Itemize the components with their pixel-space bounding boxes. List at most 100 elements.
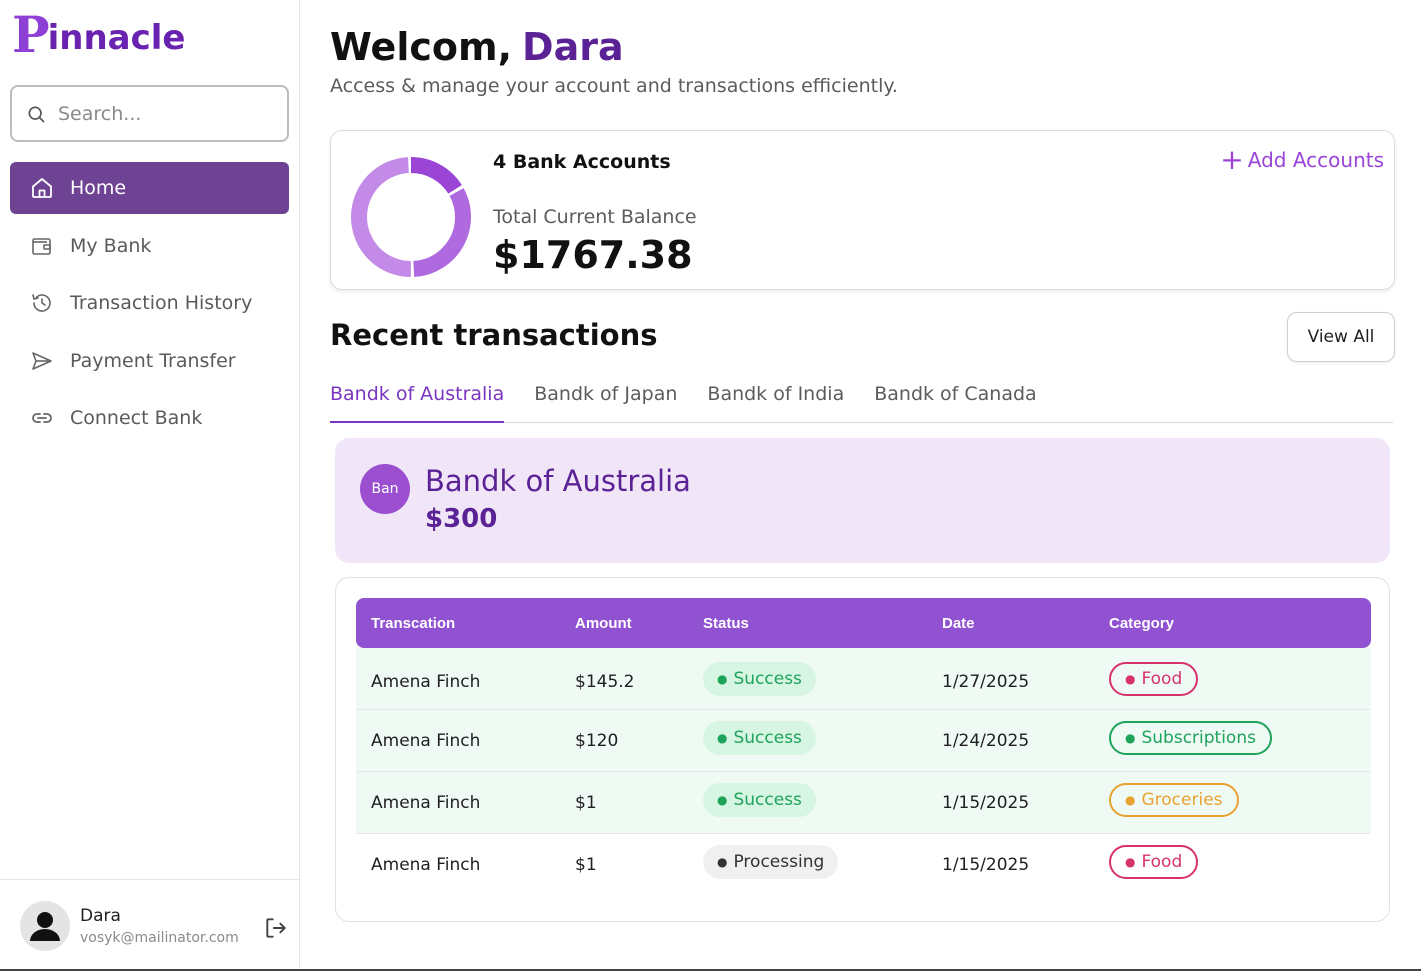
- transaction-category-cell: ● Subscriptions: [1094, 710, 1371, 772]
- column-header-amount[interactable]: Amount: [560, 598, 688, 648]
- bank-tabs: Bandk of Australia Bandk of Japan Bandk …: [330, 380, 1393, 423]
- category-badge: ● Subscriptions: [1109, 720, 1272, 755]
- sidebar-item-payment-transfer[interactable]: Payment Transfer: [10, 335, 289, 387]
- profile-info: Dara vosyk@mailinator.com: [80, 906, 239, 946]
- bank-info-banner: Ban Bandk of Australia $300: [335, 438, 1390, 563]
- sidebar-item-label: Home: [70, 177, 127, 199]
- transaction-date: 1/27/2025: [927, 648, 1094, 710]
- logout-icon[interactable]: [263, 915, 289, 941]
- status-label: Success: [733, 727, 802, 748]
- transaction-name: Amena Finch: [356, 772, 560, 834]
- transaction-status-cell: ● Success: [688, 648, 927, 710]
- status-label: Success: [733, 789, 802, 810]
- table-row[interactable]: Amena Finch $145.2 ● Success 1/27/2025 ● F…: [356, 648, 1371, 710]
- status-dot-icon: ●: [717, 792, 728, 807]
- category-badge: ● Food: [1109, 845, 1199, 879]
- logo-text: innacle: [47, 18, 186, 58]
- category-label: Groceries: [1141, 789, 1223, 810]
- transactions-table: Transcation Amount Status Date Category …: [356, 598, 1371, 896]
- sidebar: P innacle Home My Bank Transaction Histo…: [0, 0, 300, 971]
- total-balance-value: $1767.38: [493, 233, 693, 277]
- send-icon: [30, 349, 54, 373]
- greeting-text: Welcom,: [330, 25, 513, 69]
- transaction-date: 1/15/2025: [927, 834, 1094, 896]
- recent-transactions-title: Recent transactions: [330, 318, 658, 352]
- transaction-amount: $1: [560, 772, 688, 834]
- app-logo[interactable]: P innacle: [12, 10, 186, 60]
- sidebar-item-transaction-history[interactable]: Transaction History: [10, 277, 289, 329]
- balance-donut-chart: [351, 157, 471, 277]
- bank-badge: Ban: [360, 464, 410, 514]
- sidebar-item-my-bank[interactable]: My Bank: [10, 220, 289, 272]
- sidebar-item-connect-bank[interactable]: Connect Bank: [10, 392, 289, 444]
- status-badge: ● Success: [703, 661, 816, 696]
- balance-card: 4 Bank Accounts + Add Accounts Total Cur…: [330, 130, 1395, 290]
- status-dot-icon: ●: [717, 671, 728, 686]
- transaction-name: Amena Finch: [356, 648, 560, 710]
- transaction-category-cell: ● Food: [1094, 648, 1371, 710]
- sidebar-nav: Home My Bank Transaction History Payment…: [10, 162, 289, 450]
- greeting-name: Dara: [522, 25, 624, 69]
- category-dot-icon: ●: [1125, 671, 1136, 686]
- column-header-date[interactable]: Date: [927, 598, 1094, 648]
- sidebar-item-label: Transaction History: [70, 292, 253, 314]
- transaction-date: 1/24/2025: [927, 710, 1094, 772]
- status-dot-icon: ●: [717, 855, 728, 869]
- table-row[interactable]: Amena Finch $1 ● Success 1/15/2025 ● Groce…: [356, 772, 1371, 834]
- category-label: Subscriptions: [1141, 727, 1256, 748]
- bank-amount: $300: [425, 504, 498, 534]
- transaction-amount: $145.2: [560, 648, 688, 710]
- status-badge: ● Success: [703, 720, 816, 755]
- category-badge: ● Groceries: [1109, 782, 1239, 817]
- transaction-date: 1/15/2025: [927, 772, 1094, 834]
- column-header-status[interactable]: Status: [688, 598, 927, 648]
- status-label: Processing: [733, 852, 825, 872]
- transaction-status-cell: ● Success: [688, 772, 927, 834]
- status-label: Success: [733, 668, 802, 689]
- status-badge: ● Success: [703, 782, 816, 817]
- column-header-transaction[interactable]: Transcation: [356, 598, 560, 648]
- plus-icon: +: [1220, 143, 1244, 176]
- avatar[interactable]: [20, 900, 70, 951]
- sidebar-item-home[interactable]: Home: [10, 162, 289, 214]
- search-box: [10, 85, 289, 142]
- transaction-status-cell: ● Processing: [688, 834, 927, 896]
- transaction-category-cell: ● Groceries: [1094, 772, 1371, 834]
- transaction-name: Amena Finch: [356, 710, 560, 772]
- category-label: Food: [1141, 668, 1183, 689]
- add-accounts-label: Add Accounts: [1247, 148, 1384, 172]
- table-row[interactable]: Amena Finch $120 ● Success 1/24/2025 ● Sub…: [356, 710, 1371, 772]
- sidebar-item-label: Connect Bank: [70, 407, 203, 429]
- history-icon: [30, 291, 54, 315]
- user-profile: Dara vosyk@mailinator.com: [0, 879, 299, 971]
- add-accounts-button[interactable]: + Add Accounts: [1220, 143, 1384, 176]
- table-header-row: Transcation Amount Status Date Category: [356, 598, 1371, 648]
- column-header-category[interactable]: Category: [1094, 598, 1371, 648]
- link-icon: [30, 406, 54, 430]
- transaction-amount: $1: [560, 834, 688, 896]
- category-dot-icon: ●: [1125, 792, 1136, 807]
- search-input[interactable]: [58, 102, 278, 125]
- user-email: vosyk@mailinator.com: [80, 929, 239, 946]
- tab-bank-australia[interactable]: Bandk of Australia: [330, 380, 505, 423]
- sidebar-item-label: My Bank: [70, 234, 152, 257]
- logo-initial: P: [12, 5, 50, 64]
- home-icon: [30, 176, 54, 200]
- category-badge: ● Food: [1109, 661, 1199, 696]
- bank-account-count: 4 Bank Accounts: [493, 151, 671, 173]
- category-label: Food: [1141, 852, 1183, 872]
- sidebar-item-label: Payment Transfer: [70, 349, 236, 372]
- total-balance-label: Total Current Balance: [493, 206, 697, 228]
- transaction-name: Amena Finch: [356, 834, 560, 896]
- transactions-table-card: Transcation Amount Status Date Category …: [335, 577, 1390, 922]
- tab-bank-india[interactable]: Bandk of India: [707, 380, 844, 423]
- tab-bank-japan[interactable]: Bandk of Japan: [534, 380, 677, 423]
- view-all-button[interactable]: View All: [1287, 312, 1395, 362]
- tab-bank-canada[interactable]: Bandk of Canada: [874, 380, 1036, 423]
- user-name: Dara: [80, 905, 121, 926]
- category-dot-icon: ●: [1125, 855, 1136, 869]
- category-dot-icon: ●: [1125, 730, 1136, 745]
- table-row[interactable]: Amena Finch $1 ● Processing 1/15/2025 ● Fo…: [356, 834, 1371, 896]
- transaction-amount: $120: [560, 710, 688, 772]
- bank-name: Bandk of Australia: [425, 464, 691, 498]
